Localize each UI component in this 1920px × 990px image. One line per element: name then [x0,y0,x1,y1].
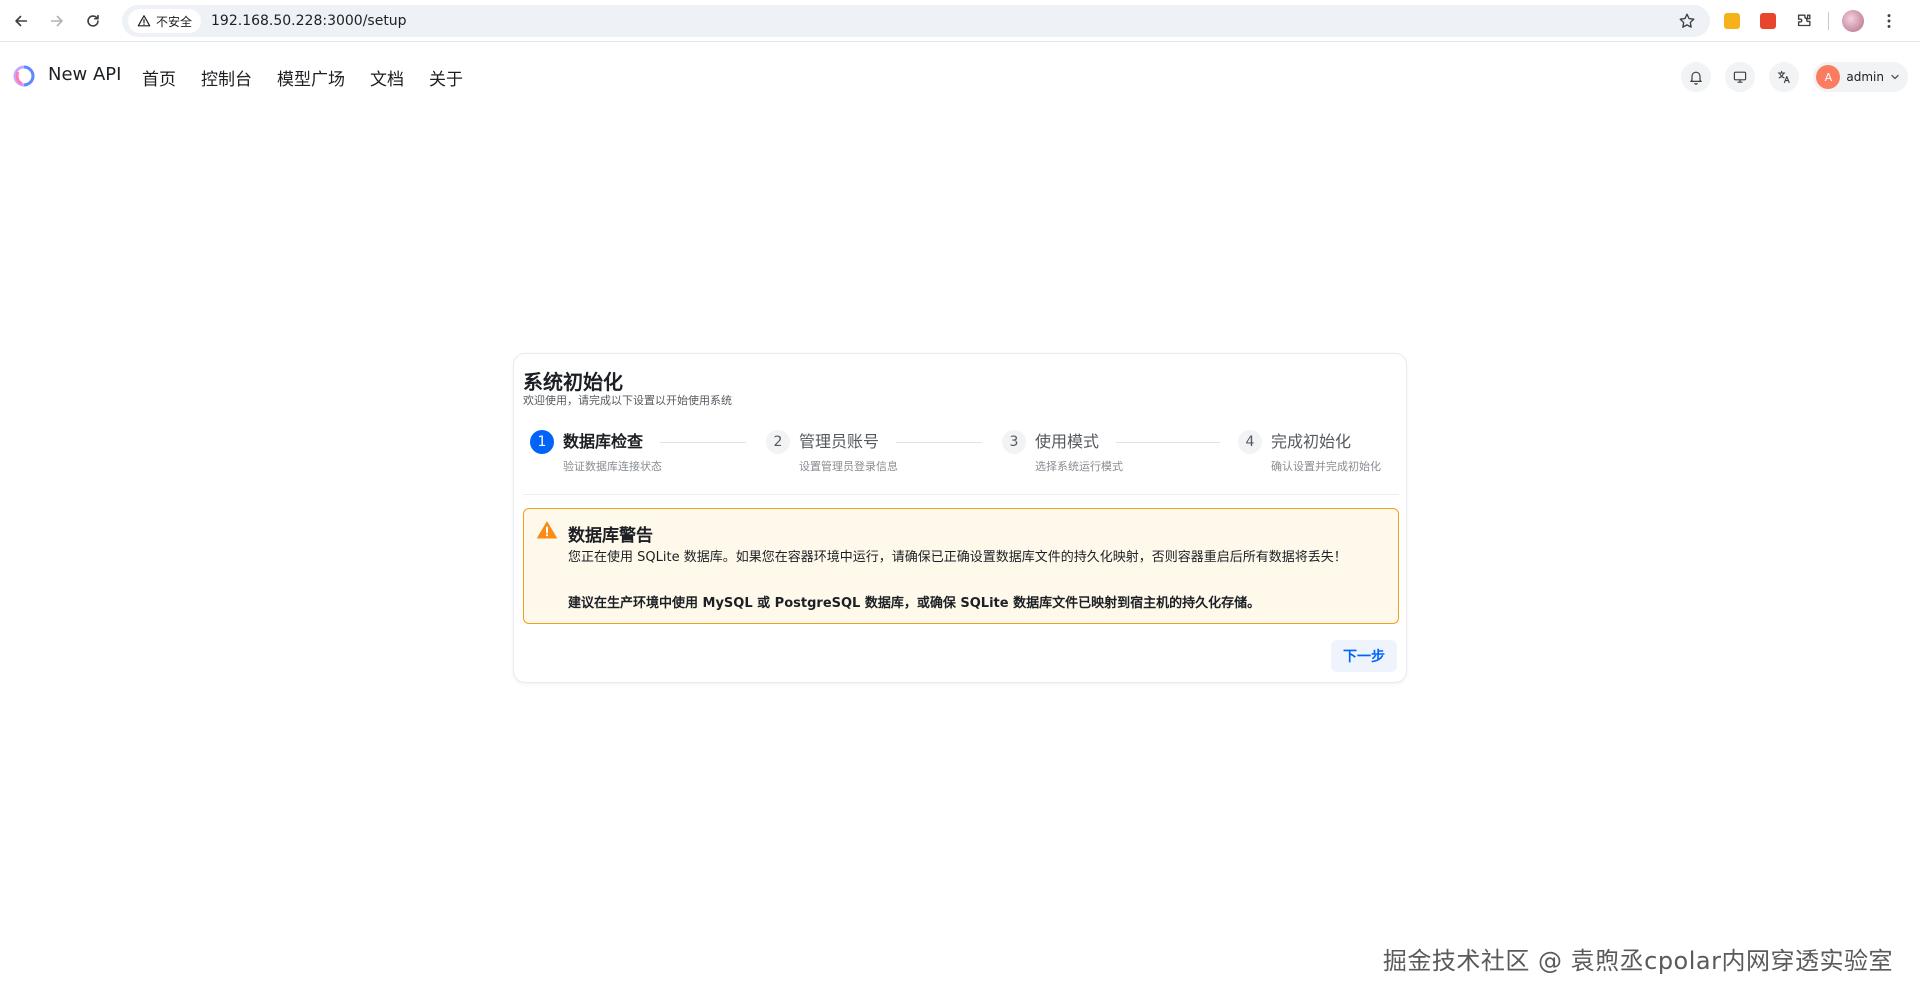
nav-docs[interactable]: 文档 [370,65,404,90]
warning-title: 数据库警告 [568,526,653,546]
nav-console[interactable]: 控制台 [201,65,252,90]
extensions-area [1716,0,1905,42]
theme-button[interactable] [1725,62,1756,92]
translate-icon [1778,70,1791,84]
step-title: 管理员账号 [799,432,880,451]
step-number: 3 [1002,430,1026,454]
arrow-right-icon [50,15,63,26]
app-header: New API 首页 控制台 模型广场 文档 关于 A admin [0,43,1920,111]
warning-icon [537,521,557,539]
reload-icon [87,14,99,27]
address-bar[interactable]: 不安全 192.168.50.228:3000/setup [122,5,1710,37]
reload-button[interactable] [76,4,110,38]
watermark: 掘金技术社区 @ 袁煦丞cpolar内网穿透实验室 [1382,947,1893,975]
step-finish: 4 完成初始化 确认设置并完成初始化 [1238,430,1381,474]
extensions-puzzle-icon[interactable] [1788,5,1820,37]
notification-button[interactable] [1681,62,1712,92]
url-text[interactable]: 192.168.50.228:3000/setup [211,13,407,29]
step-number: 4 [1238,430,1262,454]
step-usage-mode: 3 使用模式 选择系统运行模式 [1002,430,1123,474]
step-connector [660,442,746,443]
profile-avatar[interactable] [1837,5,1869,37]
chevron-down-icon [1891,74,1899,80]
arrow-left-icon [15,15,28,26]
warning-text: 您正在使用 SQLite 数据库。如果您在容器环境中运行，请确保已正确设置数据库… [568,550,1347,565]
step-number: 2 [766,430,790,454]
step-connector [896,442,982,443]
bookmark-star-icon[interactable] [1678,12,1696,30]
brand-name[interactable]: New API [48,64,121,85]
step-number: 1 [530,430,554,454]
nav-about[interactable]: 关于 [429,65,463,90]
step-admin-account: 2 管理员账号 设置管理员登录信息 [766,430,898,474]
divider [523,494,1399,495]
step-desc: 选择系统运行模式 [1035,460,1123,473]
extension-code-icon[interactable] [1752,5,1784,37]
warning-triangle-icon [137,15,151,27]
top-nav: 首页 控制台 模型广场 文档 关于 [142,65,463,90]
nav-home[interactable]: 首页 [142,65,176,90]
warning-recommendation: 建议在生产环境中使用 MySQL 或 PostgreSQL 数据库，或确保 SQ… [568,596,1261,611]
security-indicator[interactable]: 不安全 [128,9,202,33]
step-database-check: 1 数据库检查 验证数据库连接状态 [530,430,662,474]
setup-card: 系统初始化 欢迎使用，请完成以下设置以开始使用系统 1 数据库检查 验证数据库连… [513,353,1407,683]
step-desc: 设置管理员登录信息 [799,460,898,473]
forward-button[interactable] [40,4,74,38]
language-button[interactable] [1769,62,1800,92]
setup-title: 系统初始化 [523,370,623,394]
step-desc: 验证数据库连接状态 [563,460,662,473]
step-title: 使用模式 [1035,432,1100,451]
step-connector [1116,442,1220,443]
setup-steps: 1 数据库检查 验证数据库连接状态 2 管理员账号 设置管理员登录信息 3 使用… [530,430,1392,474]
nav-model-square[interactable]: 模型广场 [277,65,345,90]
extension-copy-icon[interactable] [1716,5,1748,37]
back-button[interactable] [4,4,38,38]
header-actions: A admin [1681,62,1908,92]
database-warning: 数据库警告 您正在使用 SQLite 数据库。如果您在容器环境中运行，请确保已正… [523,508,1399,624]
next-button[interactable]: 下一步 [1331,640,1397,672]
setup-subtitle: 欢迎使用，请完成以下设置以开始使用系统 [523,394,732,407]
user-menu[interactable]: A admin [1813,62,1908,92]
step-title: 完成初始化 [1271,432,1352,451]
step-title: 数据库检查 [563,432,644,451]
browser-menu-icon[interactable] [1873,5,1905,37]
user-name: admin [1846,70,1884,84]
toolbar-separator [1828,12,1829,30]
step-desc: 确认设置并完成初始化 [1271,460,1381,473]
security-label: 不安全 [156,14,193,29]
bell-icon [1690,71,1703,85]
browser-toolbar: 不安全 192.168.50.228:3000/setup [0,0,1920,42]
user-avatar: A [1816,65,1841,89]
logo-icon[interactable] [12,64,36,88]
monitor-icon [1734,71,1747,83]
